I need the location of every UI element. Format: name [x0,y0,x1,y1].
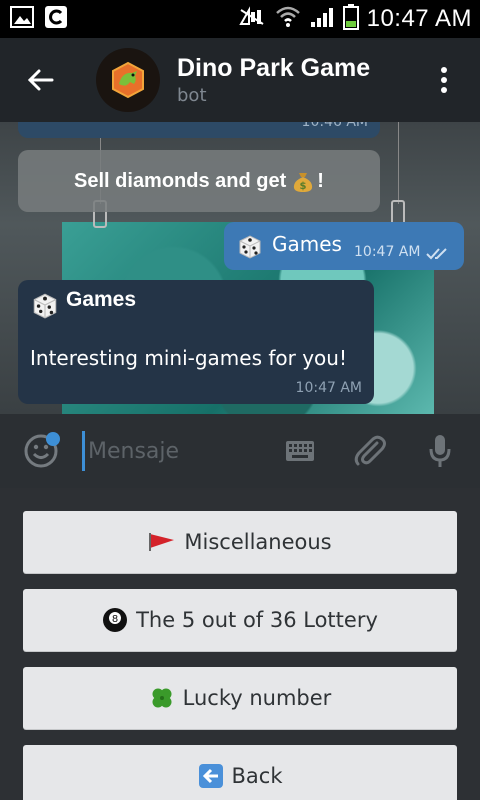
previous-message[interactable]: 10:46 AM [18,122,380,138]
gallery-icon [10,6,34,32]
keyboard-button-label: Lucky number [182,686,332,710]
keyboard-button-label: Back [231,764,283,788]
eight-ball-icon: 8 [102,607,128,633]
app-c-icon [44,5,68,33]
back-button[interactable] [0,38,80,122]
chat-area[interactable]: 10:46 AM Sell diamonds and get $ ! Games… [0,122,480,414]
red-flag-icon [148,532,176,552]
mute-icon [237,6,267,32]
double-check-icon [426,246,452,265]
bot-keyboard: Miscellaneous 8 The 5 out of 36 Lottery … [0,488,480,800]
status-time: 10:47 AM [366,5,472,32]
keyboard-icon [286,441,314,461]
wallpaper-string [398,122,399,204]
paperclip-icon [354,435,386,466]
outgoing-message[interactable]: Games 10:47 AM [224,222,464,270]
message-input[interactable] [82,431,272,471]
screen: 10:47 AM Dino Park Game bot 10:46 AM Sel… [0,0,480,800]
chat-title: Dino Park Game [177,54,371,82]
wifi-icon [275,5,301,33]
keyboard-button-lucky-number[interactable]: Lucky number [23,667,457,729]
dino-logo-icon [112,61,144,99]
message-text: Interesting mini-games for you! [30,346,347,370]
service-suffix: ! [317,169,324,192]
arrow-left-icon [27,69,54,91]
status-bar: 10:47 AM [0,0,480,38]
keyboard-button-back[interactable]: Back [23,745,457,800]
bot-keyboard-button[interactable] [278,414,322,488]
svg-text:$: $ [300,181,307,192]
signal-icon [309,6,335,32]
message-text: Games [272,232,342,256]
service-message[interactable]: Sell diamonds and get $ ! [18,150,380,212]
avatar[interactable] [96,48,160,112]
service-text: Sell diamonds and get [74,169,287,192]
left-arrow-icon [198,763,224,789]
svg-text:8: 8 [112,614,118,625]
emoji-button[interactable] [0,414,82,488]
dice-icon [236,232,264,264]
input-bar [0,414,480,488]
more-vertical-icon [441,67,447,93]
battery-icon [342,4,359,34]
keyboard-button-label: The 5 out of 36 Lottery [136,608,378,632]
message-title: Games [66,288,137,311]
more-menu-button[interactable] [424,38,464,122]
keyboard-button-miscellaneous[interactable]: Miscellaneous [23,511,457,573]
money-bag-icon: $ [292,169,314,193]
microphone-button[interactable] [418,414,462,488]
message-time: 10:46 AM [301,122,368,130]
message-time: 10:47 AM [295,380,362,396]
message-time: 10:47 AM [354,244,421,260]
title-group[interactable]: Dino Park Game bot [177,54,370,106]
incoming-message[interactable]: Games Interesting mini-games for you! 10… [18,280,374,404]
attach-button[interactable] [348,414,392,488]
dice-icon [30,290,60,324]
microphone-icon [429,435,451,467]
notification-dot [46,432,60,446]
keyboard-button-label: Miscellaneous [184,530,332,554]
chat-header: Dino Park Game bot [0,38,480,122]
chat-subtitle: bot [177,85,207,106]
four-leaf-clover-icon [149,685,175,711]
keyboard-button-lottery[interactable]: 8 The 5 out of 36 Lottery [23,589,457,651]
